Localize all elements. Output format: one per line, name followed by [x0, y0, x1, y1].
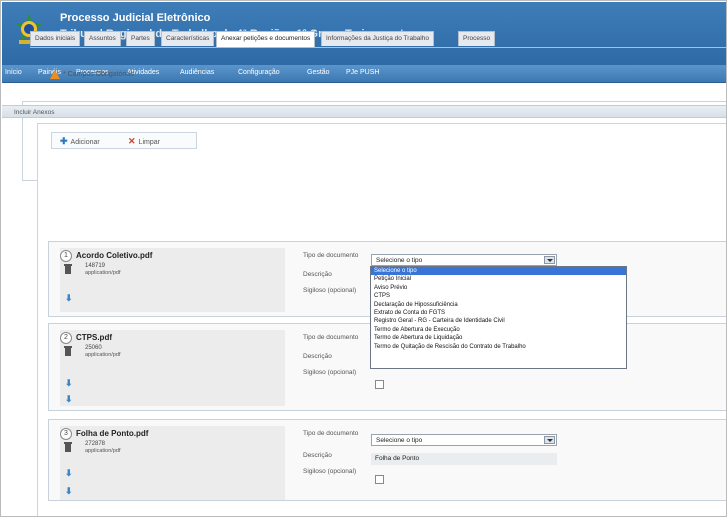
dropdown-option[interactable]: Petição Inicial: [371, 275, 626, 283]
clear-icon: ✕: [128, 136, 136, 146]
menu-item-audiencias[interactable]: Audiências: [180, 69, 214, 76]
label-doc-type: Tipo de documento: [303, 334, 359, 341]
document-card: 3 Folha de Ponto.pdf 272878 application/…: [48, 419, 726, 501]
tab-caracteristicas[interactable]: Características: [161, 31, 215, 46]
label-description: Descrição: [303, 353, 332, 360]
label-description: Descrição: [303, 452, 332, 459]
warning-icon: [50, 70, 60, 79]
required-fields-note: * Campos Obrigatórios: [63, 71, 134, 78]
document-info: 1 Acordo Coletivo.pdf 148719 application…: [60, 248, 285, 312]
document-filename: Acordo Coletivo.pdf: [76, 251, 153, 260]
menu-item-gestao[interactable]: Gestão: [307, 69, 330, 76]
document-filename: CTPS.pdf: [76, 333, 112, 342]
document-info: 3 Folha de Ponto.pdf 272878 application/…: [60, 426, 285, 500]
dropdown-option[interactable]: Registro Geral - RG - Carteira de Identi…: [371, 317, 626, 325]
doc-type-select-value: Selecione o tipo: [376, 257, 423, 264]
clear-button[interactable]: ✕ Limpar: [128, 135, 160, 147]
arrow-down-icon[interactable]: ⬇: [65, 486, 73, 497]
label-secrecy: Sigiloso (opcional): [303, 369, 357, 376]
menu-item-configuracao[interactable]: Configuração: [238, 69, 280, 76]
secrecy-checkbox[interactable]: [375, 380, 384, 389]
document-number: 1: [60, 250, 72, 262]
label-doc-type: Tipo de documento: [303, 430, 359, 437]
label-secrecy: Sigiloso (opcional): [303, 287, 357, 294]
dropdown-option[interactable]: Termo de Abertura de Execução: [371, 326, 626, 334]
tab-anexar-documentos[interactable]: Anexar petições e documentos: [216, 31, 316, 48]
tab-partes[interactable]: Partes: [126, 31, 155, 46]
add-button-label: Adicionar: [70, 139, 100, 146]
include-attachments-header: Incluir Anexos: [2, 105, 726, 118]
add-icon: ✚: [60, 136, 68, 146]
chevron-down-icon[interactable]: [544, 256, 555, 264]
document-mime: application/pdf: [85, 352, 121, 358]
trash-icon[interactable]: [64, 442, 72, 452]
dropdown-option[interactable]: Extrato de Conta do FGTS: [371, 309, 626, 317]
dropdown-option[interactable]: Aviso Prévio: [371, 284, 626, 292]
clear-button-label: Limpar: [138, 139, 160, 146]
document-size: 272878: [85, 441, 106, 447]
tab-assuntos[interactable]: Assuntos: [84, 31, 121, 46]
document-number: 3: [60, 428, 72, 440]
document-size: 148719: [85, 263, 106, 269]
dropdown-option[interactable]: CTPS: [371, 292, 626, 300]
arrow-down-icon[interactable]: ⬇: [65, 293, 73, 304]
arrow-down-icon[interactable]: ⬇: [65, 394, 73, 405]
app-title: Processo Judicial Eletrônico: [60, 12, 211, 24]
document-filename: Folha de Ponto.pdf: [76, 429, 149, 438]
label-description: Descrição: [303, 271, 332, 278]
add-button[interactable]: ✚ Adicionar: [60, 135, 100, 147]
document-mime: application/pdf: [85, 270, 121, 276]
label-doc-type: Tipo de documento: [303, 252, 359, 259]
dropdown-option[interactable]: Termo de Abertura de Liquidação: [371, 334, 626, 342]
label-secrecy: Sigiloso (opcional): [303, 468, 357, 475]
trash-icon[interactable]: [64, 346, 72, 356]
dropdown-option[interactable]: Termo de Quitação de Rescisão do Contrat…: [371, 343, 626, 351]
tab-informacoes-justica[interactable]: Informações da Justiça do Trabalho: [321, 31, 434, 46]
document-info: 2 CTPS.pdf 25060 application/pdf ⬇ ⬇: [60, 330, 285, 406]
tab-dados-iniciais[interactable]: Dados iniciais: [30, 31, 81, 46]
doc-type-select[interactable]: Selecione o tipo: [371, 434, 557, 446]
secrecy-checkbox[interactable]: [375, 475, 384, 484]
attachment-actions: ✚ Adicionar ✕ Limpar: [51, 132, 197, 149]
arrow-down-icon[interactable]: ⬇: [65, 378, 73, 389]
tab-divider: [30, 47, 726, 48]
arrow-down-icon[interactable]: ⬇: [65, 468, 73, 479]
document-mime: application/pdf: [85, 448, 121, 454]
doc-type-select-value: Selecione o tipo: [376, 437, 423, 444]
doc-type-dropdown-list[interactable]: Selecione o tipo Petição Inicial Aviso P…: [370, 266, 627, 369]
menu-item-pje-push[interactable]: PJe PUSH: [346, 69, 379, 76]
app-window: Processo Judicial Eletrônico Tribunal Re…: [0, 0, 727, 517]
tab-processo[interactable]: Processo: [458, 31, 496, 46]
dropdown-option[interactable]: Selecione o tipo: [371, 267, 626, 276]
document-number: 2: [60, 332, 72, 344]
dropdown-option[interactable]: Declaração de Hipossuficiência: [371, 301, 626, 309]
document-size: 25060: [85, 345, 102, 351]
trash-icon[interactable]: [64, 264, 72, 274]
description-field[interactable]: Folha de Ponto: [371, 453, 557, 465]
chevron-down-icon[interactable]: [544, 436, 555, 444]
menu-item-inicio[interactable]: Início: [5, 69, 22, 76]
doc-type-select[interactable]: Selecione o tipo: [371, 254, 557, 266]
